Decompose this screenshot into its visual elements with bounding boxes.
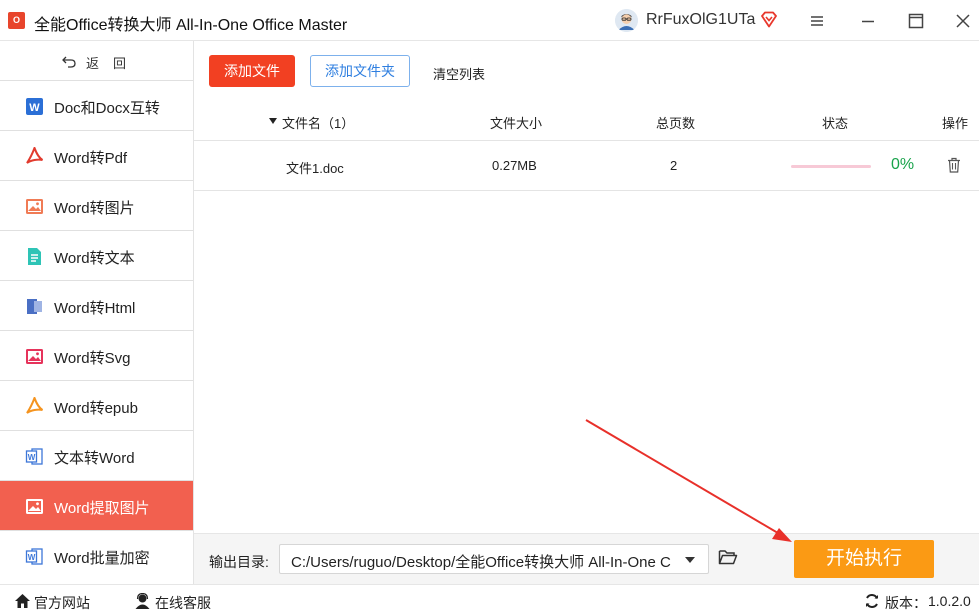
user-avatar[interactable] (615, 9, 638, 32)
sort-down-icon[interactable] (269, 118, 277, 124)
online-support-link[interactable]: 在线客服 (155, 593, 211, 613)
sidebar-item-word-encrypt[interactable]: W Word批量加密 (0, 531, 193, 581)
text-file-icon (25, 247, 44, 266)
start-button[interactable]: 开始执行 (794, 540, 934, 578)
sidebar-item-word-pdf[interactable]: Word转Pdf (0, 131, 193, 181)
app-title: 全能Office转换大师 All-In-One Office Master (34, 17, 348, 34)
add-folder-button[interactable]: 添加文件夹 (310, 55, 410, 87)
column-pages: 总页数 (656, 116, 696, 131)
file-size: 0.27MB (492, 158, 537, 173)
file-name: 文件1.doc (286, 161, 344, 176)
table-row[interactable]: 文件1.doc 0.27MB 2 0% (194, 141, 979, 191)
output-directory-select[interactable]: C:/Users/ruguo/Desktop/全能Office转换大师 All-… (279, 544, 709, 574)
sidebar-item-label: Word转Html (54, 300, 136, 317)
sidebar-item-word-text[interactable]: Word转文本 (0, 231, 193, 281)
svg-image-icon (25, 347, 44, 366)
status-bar: 官方网站 在线客服 版本： 1.0.2.0 (0, 584, 979, 614)
page-count: 2 (670, 158, 678, 173)
sidebar-item-label: Doc和Docx互转 (54, 100, 160, 117)
column-size: 文件大小 (490, 116, 543, 131)
clear-list-button[interactable]: 清空列表 (433, 64, 485, 83)
word-lock-icon: W (25, 547, 44, 566)
image-icon (25, 197, 44, 216)
sidebar-item-doc-docx[interactable]: W Doc和Docx互转 (0, 81, 193, 131)
official-website-link[interactable]: 官方网站 (34, 593, 90, 613)
column-actions: 操作 (942, 116, 969, 131)
svg-text:W: W (28, 453, 36, 462)
minimize-icon[interactable] (857, 10, 879, 32)
svg-text:W: W (29, 102, 40, 114)
progress-percent: 0% (891, 156, 915, 173)
html-icon (25, 297, 44, 316)
app-logo-icon: O (8, 12, 25, 29)
refresh-icon[interactable] (864, 593, 880, 609)
user-name[interactable]: RrFuxOlG1UTa (646, 11, 755, 29)
sidebar-item-word-svg[interactable]: Word转Svg (0, 331, 193, 381)
title-bar: O 全能Office转换大师 All-In-One Office Master … (0, 0, 979, 41)
extract-image-icon (25, 497, 44, 516)
home-icon[interactable] (14, 593, 30, 609)
pdf-icon (25, 145, 44, 166)
sidebar-item-label: Word转epub (54, 400, 138, 417)
add-file-button[interactable]: 添加文件 (209, 55, 295, 87)
menu-icon[interactable] (806, 10, 828, 32)
sidebar-item-word-image[interactable]: Word转图片 (0, 181, 193, 231)
back-label: 返回 (86, 56, 141, 71)
close-icon[interactable] (952, 10, 974, 32)
word-doc-icon: W (25, 97, 44, 116)
file-table-header: 文件名（1） 文件大小 总页数 状态 操作 (194, 101, 979, 141)
version-label: 版本： (885, 595, 927, 611)
sidebar-item-label: Word转文本 (54, 250, 135, 267)
sidebar-item-label: Word转Svg (54, 350, 131, 367)
sidebar-item-word-html[interactable]: Word转Html (0, 281, 193, 331)
folder-open-icon[interactable] (718, 548, 738, 566)
sidebar: 返回 W Doc和Docx互转 Word转Pdf Word转图片 Word转文本… (0, 41, 194, 584)
svg-text:W: W (28, 553, 36, 562)
word-outline-icon: W (25, 447, 44, 466)
sidebar-item-word-epub[interactable]: Word转epub (0, 381, 193, 431)
column-status: 状态 (822, 116, 849, 131)
sidebar-item-label: Word转图片 (54, 200, 135, 217)
sidebar-item-text-word[interactable]: W 文本转Word (0, 431, 193, 481)
support-agent-icon[interactable] (134, 592, 150, 609)
output-bar: 输出目录: C:/Users/ruguo/Desktop/全能Office转换大… (194, 533, 979, 584)
back-button[interactable]: 返回 (0, 41, 193, 81)
sidebar-item-label: Word批量加密 (54, 550, 150, 567)
vip-diamond-icon[interactable] (760, 11, 778, 28)
chevron-down-icon[interactable] (685, 557, 695, 563)
output-label: 输出目录: (209, 554, 269, 570)
sidebar-item-label: Word提取图片 (54, 500, 150, 517)
sidebar-item-label: Word转Pdf (54, 150, 128, 167)
trash-icon[interactable] (947, 157, 961, 173)
version-number: 1.0.2.0 (928, 593, 971, 609)
column-filename[interactable]: 文件名（1） (282, 113, 354, 132)
sidebar-item-label: 文本转Word (54, 450, 135, 467)
output-path: C:/Users/ruguo/Desktop/全能Office转换大师 All-… (291, 554, 671, 571)
progress-bar (791, 165, 871, 168)
maximize-icon[interactable] (905, 10, 927, 32)
epub-icon (25, 395, 44, 416)
undo-arrow-icon (62, 54, 76, 71)
sidebar-item-word-extract-image[interactable]: Word提取图片 (0, 481, 193, 531)
